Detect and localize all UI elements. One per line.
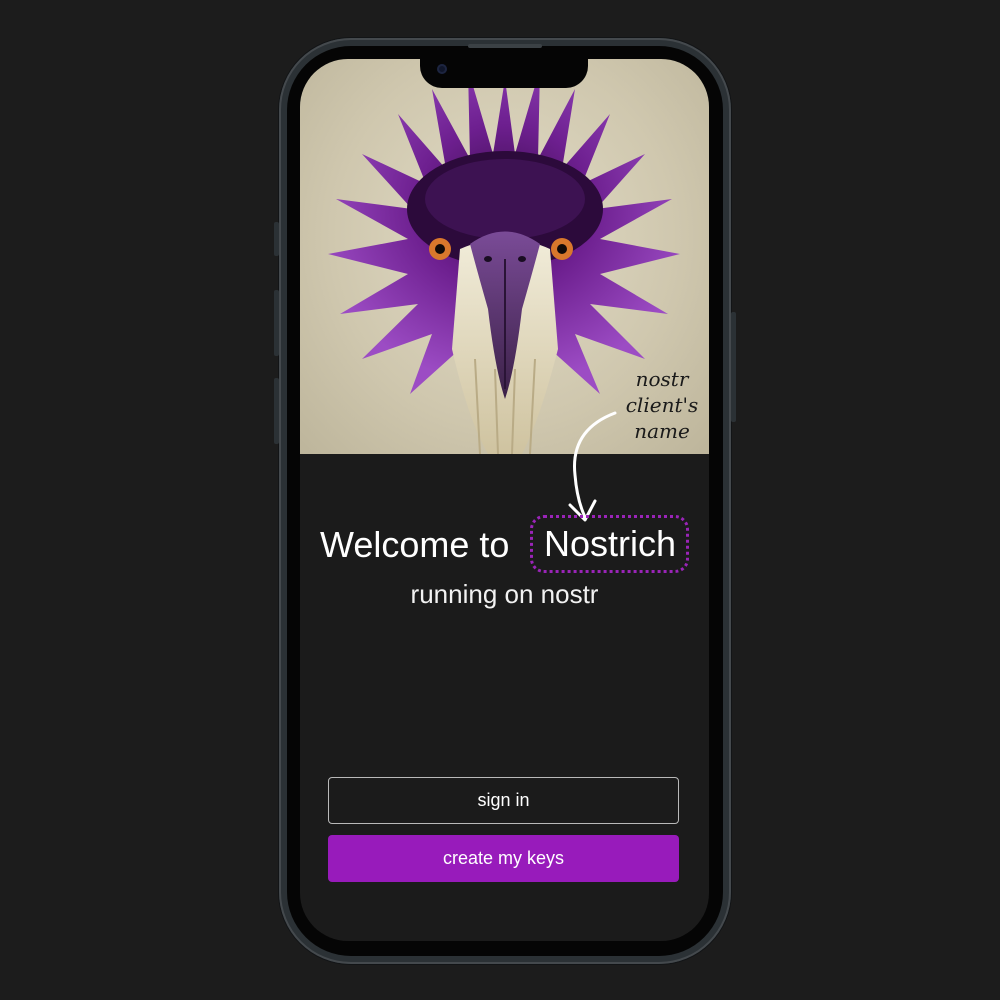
volume-down-button xyxy=(274,378,279,444)
stage: nostr client's name Welcome to Nostrich … xyxy=(0,0,1000,1000)
annotation-line: name xyxy=(634,419,690,443)
volume-up-button xyxy=(274,290,279,356)
welcome-heading: Welcome to Nostrich xyxy=(320,515,720,574)
speaker-grille xyxy=(468,44,542,48)
annotation-line: nostr xyxy=(635,367,689,391)
create-keys-button[interactable]: create my keys xyxy=(328,835,679,882)
app-name-highlight: Nostrich xyxy=(530,515,690,573)
welcome-prefix: Welcome to xyxy=(320,524,510,565)
welcome-subtitle: running on nostr xyxy=(410,579,599,609)
front-camera xyxy=(437,64,447,74)
silent-switch xyxy=(274,222,279,256)
annotation-line: client's xyxy=(625,393,699,417)
sign-in-button[interactable]: sign in xyxy=(328,777,679,824)
power-button xyxy=(731,312,736,422)
curved-arrow-icon xyxy=(568,411,617,522)
annotation-note: nostr client's name xyxy=(612,366,712,444)
